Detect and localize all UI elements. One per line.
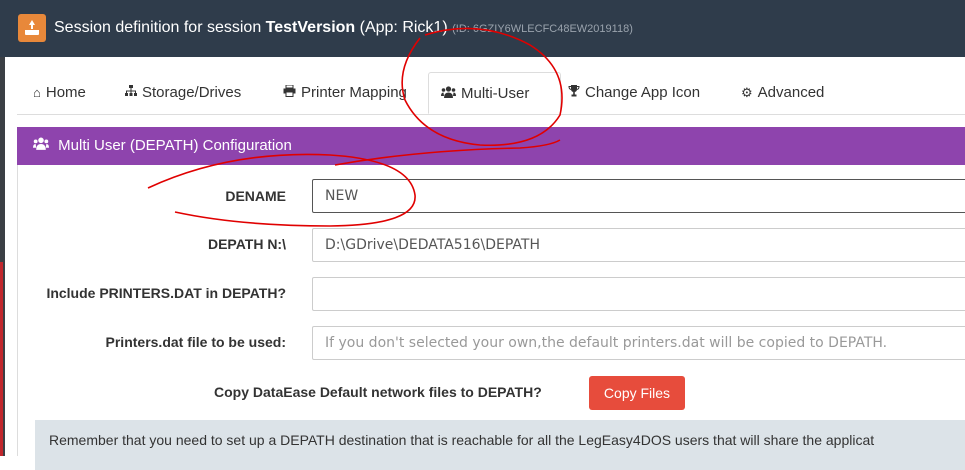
gears-icon: ⚙	[741, 85, 753, 100]
users-icon	[441, 73, 456, 115]
app-logo-icon	[18, 14, 46, 42]
printers-file-label: Printers.dat file to be used:	[105, 334, 286, 350]
title-prefix: Session definition for session	[54, 19, 266, 36]
sidebar-marker	[0, 262, 3, 456]
sitemap-icon	[125, 72, 137, 114]
tab-printer-mapping[interactable]: Printer Mapping	[283, 72, 407, 114]
session-id: (ID: 6GZIY6WLECFC48EW2019118)	[452, 23, 633, 35]
tab-label: Storage/Drives	[142, 84, 242, 101]
tab-label: Printer Mapping	[301, 84, 407, 101]
tab-label: Multi-User	[461, 85, 530, 102]
tab-change-app-icon[interactable]: Change App Icon	[568, 72, 700, 114]
tab-bar: ⌂ Home Storage/Drives Printer Mapping Mul…	[17, 72, 965, 115]
app-name: (App: Rick1)	[355, 19, 448, 36]
main-panel: ⌂ Home Storage/Drives Printer Mapping Mul…	[5, 57, 965, 470]
trophy-icon	[568, 72, 580, 114]
copy-files-button[interactable]: Copy Files	[589, 376, 685, 410]
include-printers-input[interactable]	[312, 277, 965, 311]
home-icon: ⌂	[33, 85, 41, 100]
users-icon	[33, 137, 53, 154]
info-notice: Remember that you need to set up a DEPAT…	[35, 420, 965, 470]
dename-input[interactable]: NEW	[312, 179, 965, 213]
tab-multi-user[interactable]: Multi-User	[428, 72, 561, 114]
tab-home[interactable]: ⌂ Home	[33, 72, 86, 114]
copy-files-label: Copy DataEase Default network files to D…	[214, 384, 542, 400]
tab-storage-drives[interactable]: Storage/Drives	[125, 72, 241, 114]
page-title: Session definition for session TestVersi…	[54, 19, 633, 37]
printers-file-input[interactable]: If you don't selected your own,the defau…	[312, 326, 965, 360]
print-icon	[283, 72, 296, 114]
depath-input[interactable]: D:\GDrive\DEDATA516\DEPATH	[312, 228, 965, 262]
section-header: Multi User (DEPATH) Configuration	[17, 127, 965, 165]
session-name: TestVersion	[265, 19, 356, 36]
include-printers-label: Include PRINTERS.DAT in DEPATH?	[46, 285, 286, 301]
depath-label: DEPATH N:\	[207, 236, 286, 252]
form-content: DENAME NEW DEPATH N:\ D:\GDrive\DEDATA51…	[17, 165, 965, 470]
tab-label: Change App Icon	[585, 84, 701, 101]
tab-label: Home	[45, 84, 86, 101]
tab-label: Advanced	[757, 84, 825, 101]
section-title: Multi User (DEPATH) Configuration	[58, 137, 292, 154]
dename-label: DENAME	[225, 188, 286, 204]
window-header: Session definition for session TestVersi…	[0, 0, 965, 57]
tab-advanced[interactable]: ⚙ Advanced	[741, 72, 824, 114]
